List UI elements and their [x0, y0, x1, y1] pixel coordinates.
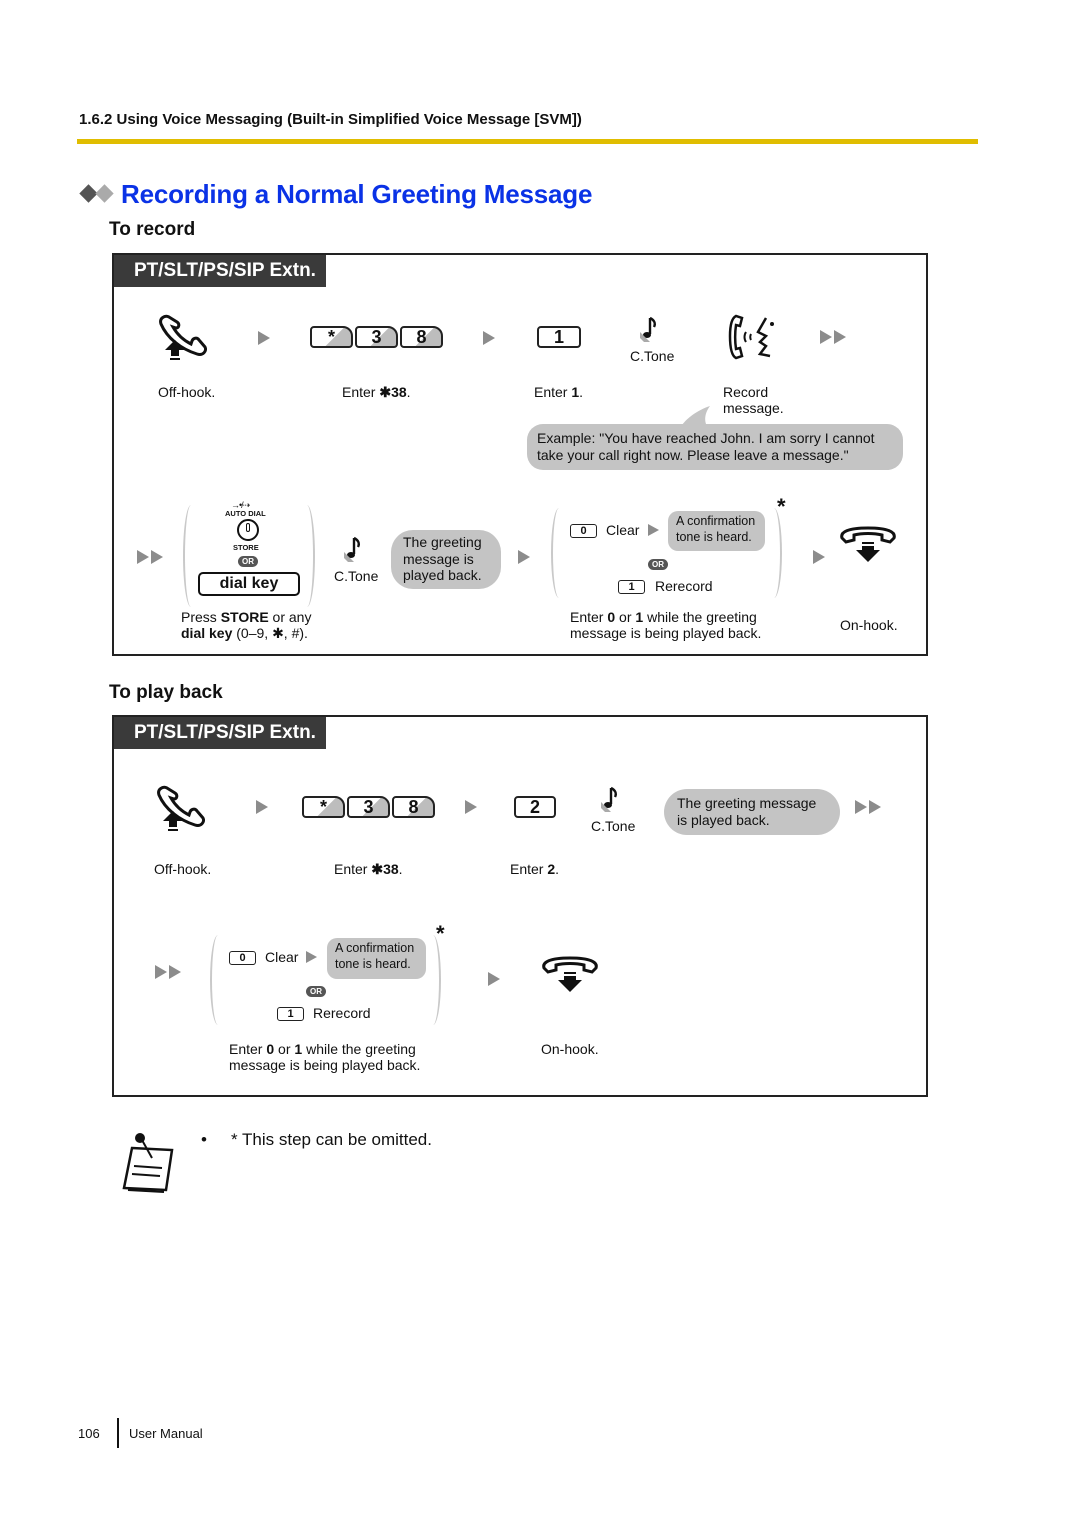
arrow-right-icon [306, 951, 317, 963]
right-paren [299, 505, 315, 607]
footer-label: User Manual [129, 1426, 203, 1441]
key-1: 1 [618, 580, 645, 594]
optional-asterisk: * [777, 494, 786, 519]
arrow-right-icon [465, 800, 477, 814]
ctone-label: C.Tone [630, 348, 675, 364]
confirmation-bubble: A confirmation tone is heard. [668, 511, 765, 551]
offhook-caption: Off-hook. [154, 861, 212, 877]
ctone-label: C.Tone [591, 818, 636, 834]
arrow-right-icon [518, 550, 530, 564]
arrow-right-icon [488, 972, 500, 986]
enter-0-or-1-caption: Enter 0 or 1 while the greeting message … [229, 1041, 421, 1073]
enter-0-or-1-caption: Enter 0 or 1 while the greeting message … [570, 609, 762, 641]
on-hook-icon [542, 956, 598, 992]
enter-2-caption: Enter 2. [510, 861, 560, 877]
double-arrow-right-icon [820, 330, 846, 344]
store-label: STORE [233, 543, 259, 552]
key-star: * [310, 326, 353, 348]
rerecord-label: Rerecord [313, 1005, 371, 1021]
key-sequence-star38: * 3 8 [302, 796, 435, 818]
key-1: 1 [277, 1007, 304, 1021]
double-diamond-icon [79, 184, 117, 204]
enter-star38-caption: Enter ✱38. [334, 861, 403, 877]
left-paren [183, 505, 199, 607]
record-message-icon [728, 314, 774, 360]
arrow-right-icon [256, 800, 268, 814]
store-button[interactable] [237, 519, 259, 541]
footer-divider [117, 1418, 119, 1448]
confirmation-tone-icon [344, 536, 360, 562]
left-paren [551, 508, 567, 598]
playback-panel: PT/SLT/PS/SIP Extn. [112, 715, 928, 1097]
arrow-right-icon [813, 550, 825, 564]
arrow-right-icon [483, 331, 495, 345]
or-badge: OR [238, 556, 258, 567]
optional-asterisk: * [436, 921, 445, 946]
playback-panel-label: PT/SLT/PS/SIP Extn. [114, 717, 326, 749]
key-2: 2 [514, 796, 556, 818]
section-header: 1.6.2 Using Voice Messaging (Built-in Si… [79, 111, 582, 128]
confirmation-tone-icon [640, 316, 656, 342]
record-message-caption: Record message. [723, 384, 784, 416]
arrow-right-icon [648, 524, 659, 536]
clear-label: Clear [265, 949, 299, 965]
double-arrow-right-icon [855, 800, 881, 814]
key-8: 8 [392, 796, 435, 818]
double-arrow-right-icon [155, 965, 181, 979]
offhook-caption: Off-hook. [158, 384, 216, 400]
key-0: 0 [570, 524, 597, 538]
rerecord-label: Rerecord [655, 578, 713, 594]
page-title: Recording a Normal Greeting Message [121, 178, 593, 209]
key-0: 0 [229, 951, 256, 965]
greeting-played-bubble: The greeting message is played back. [391, 530, 501, 589]
right-paren [766, 508, 782, 598]
onhook-caption: On-hook. [840, 617, 898, 633]
subhead-to-record: To record [109, 219, 196, 240]
clear-label: Clear [606, 522, 640, 538]
on-hook-icon [840, 526, 896, 562]
or-badge: OR [306, 986, 326, 997]
arrow-right-icon [258, 331, 270, 345]
key-8: 8 [400, 326, 443, 348]
key-sequence-star38: * 3 8 [310, 326, 443, 348]
key-3: 3 [347, 796, 390, 818]
note-pad-icon [122, 1133, 174, 1193]
press-store-caption: Press STORE or any dial key (0–9, ✱, #). [181, 609, 312, 641]
confirmation-tone-icon [601, 786, 617, 812]
key-1: 1 [537, 326, 581, 348]
onhook-caption: On-hook. [541, 1041, 599, 1057]
key-star: * [302, 796, 345, 818]
enter-star38-caption: Enter ✱38. [342, 384, 411, 400]
ctone-label: C.Tone [334, 568, 379, 584]
key-3: 3 [355, 326, 398, 348]
right-paren [425, 935, 441, 1025]
dial-key-button[interactable]: dial key [198, 572, 300, 596]
double-arrow-right-icon [137, 550, 163, 564]
header-rule [77, 139, 978, 144]
greeting-played-bubble: The greeting message is played back. [664, 789, 840, 835]
off-hook-icon [159, 314, 207, 360]
left-paren [210, 935, 226, 1025]
confirmation-bubble: A confirmation tone is heard. [327, 938, 426, 979]
record-panel-label: PT/SLT/PS/SIP Extn. [114, 255, 326, 287]
enter-1-caption: Enter 1. [534, 384, 584, 400]
or-badge: OR [648, 559, 668, 570]
subhead-to-play-back: To play back [109, 682, 223, 703]
page-number: 106 [78, 1426, 100, 1441]
note-text: * This step can be omitted. [231, 1130, 432, 1149]
off-hook-icon [157, 785, 205, 831]
page-title-row: Recording a Normal Greeting Message [79, 177, 592, 211]
auto-dial-label: AUTO DIAL [225, 509, 266, 518]
example-bubble: Example: "You have reached John. I am so… [527, 424, 903, 470]
note-bullet: • [201, 1130, 207, 1149]
